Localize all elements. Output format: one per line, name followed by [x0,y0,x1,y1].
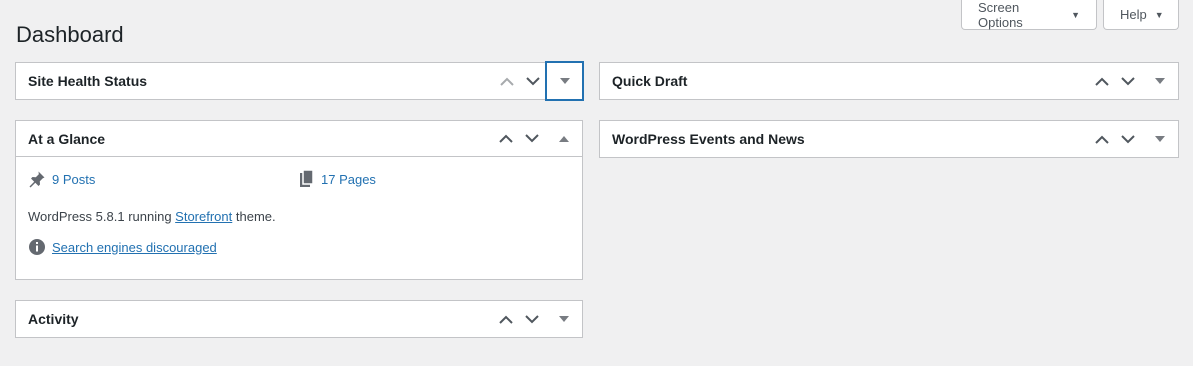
move-up-button[interactable] [493,301,519,337]
widget-header: At a Glance [16,121,582,157]
widget-title: Activity [28,311,79,327]
toggle-panel-button[interactable] [1141,63,1178,99]
move-down-button[interactable] [519,301,545,337]
handle-actions [493,121,582,156]
widget-title: Quick Draft [612,73,688,89]
page-title: Dashboard [16,22,124,47]
wordpress-version-text: WordPress 5.8.1 running Storefront theme… [28,209,570,224]
widget-header: Site Health Status [16,61,583,100]
screen-options-label: Screen Options [978,0,1023,30]
chevron-down-icon [526,76,540,85]
pages-count-item: 17 Pages [299,170,570,188]
chevron-up-icon [499,134,513,143]
chevron-down-icon [1121,76,1135,85]
widget-title: At a Glance [28,130,106,147]
triangle-down-icon [1154,136,1165,142]
triangle-down-icon [1154,78,1165,84]
triangle-down-icon [558,316,569,322]
toggle-panel-button[interactable] [545,121,582,157]
site-health-widget: Site Health Status [15,61,583,100]
quick-draft-widget: Quick Draft [599,62,1179,100]
version-suffix: theme. [232,209,276,224]
theme-link[interactable]: Storefront [175,209,232,224]
widget-title: Site Health Status [28,73,148,89]
glance-body: 9 Posts 17 Pages WordPress 5.8.1 running… [16,157,582,266]
handle-actions [1089,121,1178,157]
search-engines-warning: Search engines discouraged [28,238,570,256]
handle-actions [1089,63,1178,99]
glance-items: 9 Posts 17 Pages [28,167,570,191]
screen-meta-links: Screen Options ▼ Help ▼ [961,0,1179,30]
move-down-button[interactable] [1115,121,1141,157]
pushpin-icon [29,171,45,188]
toggle-panel-button[interactable] [546,61,583,100]
triangle-up-icon [558,135,569,142]
move-down-button[interactable] [520,63,546,99]
help-label: Help [1120,7,1147,22]
screen-options-button[interactable]: Screen Options ▼ [961,0,1097,30]
widget-title: WordPress Events and News [612,131,805,147]
handle-actions [494,61,583,100]
handle-actions [493,301,582,337]
toggle-panel-button[interactable] [545,301,582,337]
info-icon [29,239,45,255]
chevron-down-icon [525,314,539,323]
search-engines-link[interactable]: Search engines discouraged [52,240,217,255]
chevron-down-icon [1121,134,1135,143]
move-up-button[interactable] [1089,63,1115,99]
pages-link[interactable]: 17 Pages [321,172,376,187]
help-button[interactable]: Help ▼ [1103,0,1179,30]
triangle-down-icon [559,77,570,84]
chevron-up-icon [1095,77,1109,86]
at-a-glance-widget: At a Glance 9 Posts 17 Pages WordPress 5… [15,120,583,280]
pages-icon [300,170,314,187]
activity-widget: Activity [15,300,583,338]
version-prefix: WordPress 5.8.1 running [28,209,176,224]
posts-link[interactable]: 9 Posts [52,172,95,187]
caret-down-icon: ▼ [1071,9,1080,20]
chevron-up-icon [1095,135,1109,144]
chevron-down-icon [525,134,539,143]
chevron-up-icon [499,315,513,324]
posts-count-item: 9 Posts [28,170,299,188]
move-up-button[interactable] [494,63,520,99]
chevron-up-icon [500,77,514,86]
widget-header: WordPress Events and News [600,121,1178,157]
move-up-button[interactable] [493,121,519,157]
caret-down-icon: ▼ [1154,9,1164,20]
widget-header: Quick Draft [600,63,1178,99]
events-news-widget: WordPress Events and News [599,120,1179,158]
move-up-button[interactable] [1089,121,1115,157]
toggle-panel-button[interactable] [1141,121,1178,157]
move-down-button[interactable] [519,121,545,157]
move-down-button[interactable] [1115,63,1141,99]
widget-header: Activity [16,301,582,337]
